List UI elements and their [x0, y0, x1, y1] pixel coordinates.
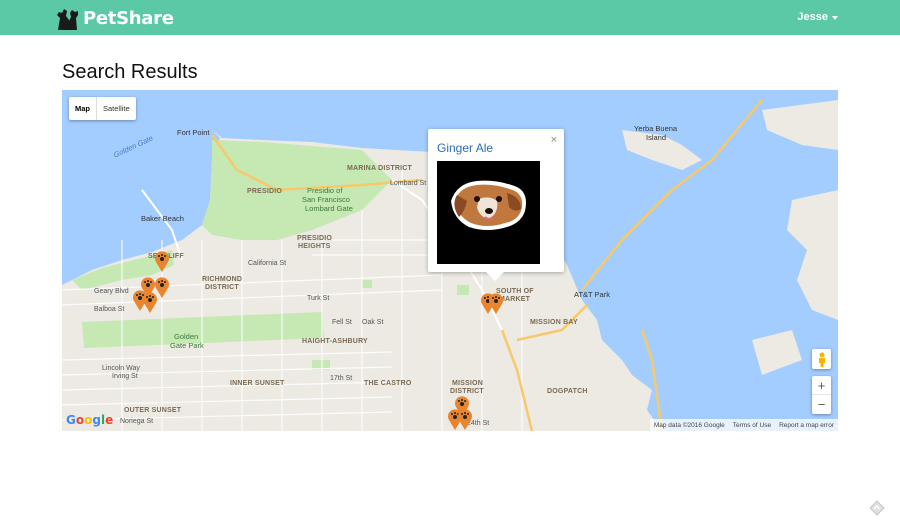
map-label-california-st: California St — [248, 260, 287, 267]
map-label-marina: MARINA DISTRICT — [347, 165, 412, 172]
map-label-golden-gate-park: Golden — [174, 332, 199, 341]
map-data-attribution: Map data ©2016 Google — [653, 421, 725, 429]
map-label-turk-st: Turk St — [307, 295, 330, 302]
caret-down-icon — [832, 15, 838, 20]
map-type-satellite-button[interactable]: Satellite — [97, 97, 136, 120]
map-label-richmond-2: DISTRICT — [205, 284, 239, 291]
map-label-oak-st: Oak St — [362, 319, 384, 326]
map-label-mission-district: MISSION — [452, 380, 483, 387]
map-label-yerba-buena: Yerba Buena — [634, 124, 678, 133]
map-label-presidio-of-sf: Presidio of — [307, 186, 343, 195]
street-view-pegman-icon[interactable] — [812, 349, 831, 369]
map-label-mission-bay: MISSION BAY — [530, 319, 578, 326]
map-label-fell-st: Fell St — [332, 319, 352, 326]
zoom-in-button[interactable]: + — [812, 376, 831, 395]
map-label-dogpatch: DOGPATCH — [547, 388, 588, 395]
dog-cat-logo-icon — [57, 9, 78, 30]
map-label-presidio-heights-2: HEIGHTS — [298, 243, 331, 250]
user-menu-dropdown[interactable]: Jesse — [797, 11, 838, 23]
report-map-error-link[interactable]: Report a map error — [775, 422, 838, 429]
close-icon[interactable]: × — [551, 134, 557, 146]
map-label-irving-st: Irving St — [112, 373, 138, 380]
app-logo[interactable]: PetShare — [54, 4, 174, 32]
map-label-inner-sunset: INNER SUNSET — [230, 380, 285, 387]
map-label-lincoln-way: Lincoln Way — [102, 365, 140, 372]
map-footer: Map data ©2016 Google Terms of Use Repor… — [649, 419, 838, 431]
page-title: Search Results — [62, 61, 198, 83]
paw-marker-icon[interactable] — [488, 292, 504, 314]
paw-marker-icon[interactable] — [142, 291, 158, 313]
app-name: PetShare — [83, 7, 174, 29]
map-label-noriega-st: Noriega St — [120, 418, 154, 425]
map-label-presidio-heights: PRESIDIO — [297, 235, 333, 242]
pet-info-window: Ginger Ale × — [428, 129, 564, 281]
map-label-richmond: RICHMOND — [202, 276, 243, 283]
dog-photo-image — [437, 161, 540, 264]
map-type-map-button[interactable]: Map — [69, 97, 97, 120]
map-label-balboa-st: Balboa St — [94, 306, 125, 313]
pet-photo[interactable] — [437, 161, 540, 264]
map-label-haight-ashbury: HAIGHT-ASHBURY — [302, 338, 368, 345]
pet-name-link[interactable]: Ginger Ale — [437, 141, 493, 155]
map-label-outer-sunset: OUTER SUNSET — [124, 407, 182, 414]
paw-marker-icon[interactable] — [457, 408, 473, 430]
map-label-presidio: PRESIDIO — [247, 188, 283, 195]
paw-marker-icon[interactable] — [154, 250, 170, 272]
user-name: Jesse — [797, 11, 828, 23]
map-label-fort-point: Fort Point — [177, 128, 210, 137]
zoom-out-button[interactable]: − — [812, 395, 831, 414]
terms-of-use-link[interactable]: Terms of Use — [729, 422, 775, 429]
map-label-geary-blvd: Geary Blvd — [94, 288, 129, 295]
map-label-17th-st: 17th St — [330, 375, 353, 382]
feedback-icon[interactable] — [869, 500, 885, 516]
map-label-golden-gate-park-2: Gate Park — [170, 341, 204, 350]
map-label-yerba-buena-2: Island — [646, 133, 667, 142]
zoom-control: + − — [812, 376, 831, 414]
google-logo[interactable]: Google — [66, 413, 113, 427]
map-label-lombard-st: Lombard St — [390, 180, 427, 187]
map-type-control: Map Satellite — [69, 97, 136, 120]
map-label-att-park: AT&T Park — [574, 290, 610, 299]
map-label-the-castro: THE CASTRO — [364, 380, 412, 387]
map-label-mission-district-2: DISTRICT — [450, 388, 484, 395]
map-label-lombard-gate: Lombard Gate — [305, 204, 353, 213]
map[interactable]: Fort Point Golden Gate PRESIDIO Presidio… — [62, 90, 838, 431]
navbar: PetShare Jesse — [0, 0, 900, 35]
map-label-baker-beach: Baker Beach — [141, 214, 184, 223]
map-label-presidio-of-sf-2: San Francisco — [302, 195, 350, 204]
